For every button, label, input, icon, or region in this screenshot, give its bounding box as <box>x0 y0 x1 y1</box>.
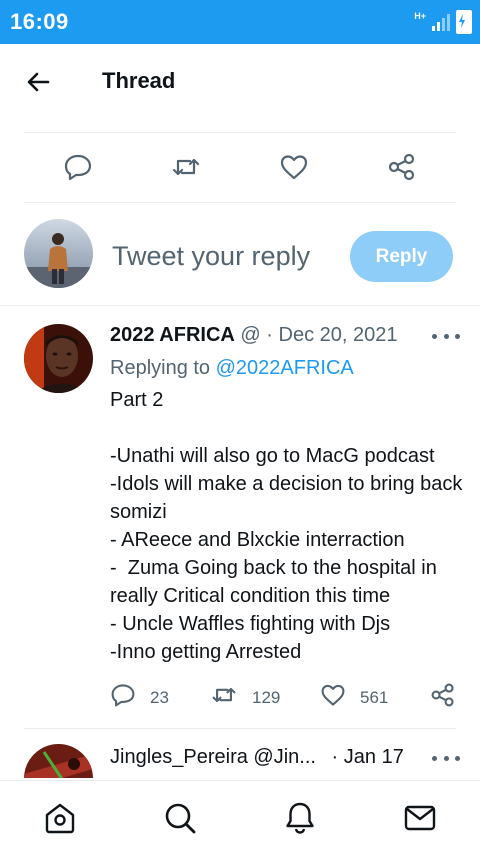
reply-tweet[interactable]: 2022 AFRICA @ · Dec 20, 2021 Replying to… <box>0 306 480 728</box>
reply-input[interactable]: Tweet your reply <box>112 241 310 272</box>
reply-button[interactable]: Reply <box>350 231 453 282</box>
tweet-date[interactable]: Dec 20, 2021 <box>279 324 398 346</box>
meta-separator: · <box>331 746 339 768</box>
share-stat[interactable] <box>430 682 456 713</box>
divider <box>24 202 456 203</box>
reply-icon <box>110 682 136 713</box>
my-avatar[interactable] <box>24 219 93 288</box>
like-stat[interactable]: 561 <box>320 682 388 713</box>
divider <box>24 728 456 729</box>
author-name[interactable]: 2022 AFRICA <box>110 324 235 346</box>
retweet-icon <box>210 682 238 713</box>
signal-icon <box>432 13 450 31</box>
battery-icon <box>456 10 472 34</box>
share-icon[interactable] <box>387 152 417 182</box>
status-time: 16:09 <box>10 9 69 34</box>
next-tweet[interactable]: Jingles_Pereira @Jin... · Jan 17 <box>0 730 480 778</box>
retweet-icon[interactable] <box>171 152 201 182</box>
status-icons: H+ <box>414 10 472 34</box>
reply-icon[interactable] <box>63 152 93 182</box>
meta-separator: · <box>266 324 273 346</box>
replying-handle-link[interactable]: @2022AFRICA <box>216 357 354 379</box>
like-icon[interactable] <box>279 152 309 182</box>
tweet-meta: Jingles_Pereira @Jin... · Jan 17 <box>110 746 404 769</box>
replying-prefix: Replying to <box>110 357 211 379</box>
replying-to: Replying to @2022AFRICA <box>110 357 354 380</box>
share-icon <box>430 682 456 713</box>
tweet-meta: 2022 AFRICA @ · Dec 20, 2021 <box>110 324 398 347</box>
reply-composer: Tweet your reply Reply <box>0 204 480 304</box>
reply-stat[interactable]: 23 <box>110 682 169 713</box>
divider <box>24 132 456 133</box>
author-handle[interactable]: @ <box>240 324 260 346</box>
messages-icon[interactable] <box>403 801 437 835</box>
home-icon[interactable] <box>43 801 77 835</box>
back-arrow-icon[interactable] <box>22 66 54 98</box>
more-icon[interactable] <box>432 756 460 766</box>
thread-header: Thread <box>0 44 480 118</box>
author-name[interactable]: Jingles_Pereira <box>110 746 248 768</box>
reply-count: 23 <box>150 687 169 707</box>
like-count: 561 <box>360 687 389 707</box>
tweet-body: Part 2 -Unathi will also go to MacG podc… <box>110 389 463 663</box>
network-type: H+ <box>414 11 426 21</box>
status-bar: 16:09 H+ <box>0 0 480 44</box>
author-avatar[interactable] <box>24 324 93 393</box>
bottom-nav <box>0 780 480 855</box>
more-icon[interactable] <box>432 334 460 344</box>
retweet-stat[interactable]: 129 <box>210 682 280 713</box>
main-tweet-actions <box>0 134 480 202</box>
tweet-date[interactable]: Jan 17 <box>344 746 404 768</box>
author-avatar[interactable] <box>24 744 93 778</box>
page-title: Thread <box>102 68 176 93</box>
author-handle[interactable]: @Jin... <box>253 746 316 768</box>
search-icon[interactable] <box>163 801 197 835</box>
retweet-count: 129 <box>252 687 281 707</box>
notifications-icon[interactable] <box>283 801 317 835</box>
tweet-stats: 23 129 561 <box>0 676 480 716</box>
like-icon <box>320 682 346 713</box>
